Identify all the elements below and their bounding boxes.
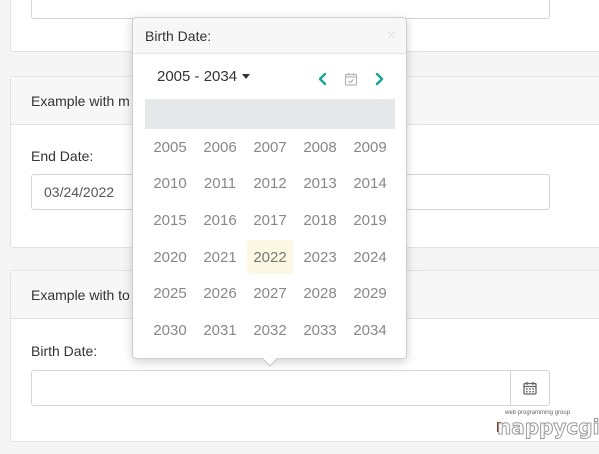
year-cell[interactable]: 2031 [195, 312, 245, 349]
popup-title: Birth Date: [145, 28, 212, 44]
year-cell[interactable]: 2020 [145, 239, 195, 276]
year-cell-current[interactable]: 2022 [247, 239, 293, 275]
logo-brand: nappycgi [496, 415, 599, 440]
previous-button[interactable] [312, 68, 334, 90]
year-range-label: 2005 - 2034 [157, 68, 238, 85]
year-cell[interactable]: 2029 [345, 275, 395, 312]
year-cell[interactable]: 2015 [145, 202, 195, 239]
year-grid: 2005 2006 2007 2008 2009 2010 2011 2012 2013 2014… [145, 129, 395, 349]
calendar-check-icon [344, 73, 358, 86]
weekday-strip [145, 99, 395, 129]
picker-nav: 2005 - 2034 [133, 66, 406, 94]
birth-date-input[interactable] [31, 370, 511, 406]
year-cell[interactable]: 2014 [345, 166, 395, 203]
year-cell[interactable]: 2023 [295, 239, 345, 276]
year-cell[interactable]: 2011 [195, 166, 245, 203]
year-cell[interactable]: 2027 [245, 275, 295, 312]
nappycgi-logo: web programming group nappycgi [496, 410, 599, 446]
year-cell[interactable]: 2021 [195, 239, 245, 276]
year-cell[interactable]: 2019 [345, 202, 395, 239]
chevron-right-icon [375, 72, 384, 86]
popup-arrow-inner [262, 357, 278, 365]
end-date-label: End Date: [31, 148, 94, 164]
popup-header: Birth Date: × [133, 18, 406, 54]
today-button[interactable] [340, 68, 362, 90]
chevron-left-icon [318, 72, 327, 86]
year-cell[interactable]: 2030 [145, 312, 195, 349]
caret-down-icon [242, 74, 251, 79]
calendar-button[interactable] [510, 370, 550, 406]
year-cell[interactable]: 2013 [295, 166, 345, 203]
close-icon[interactable]: × [387, 18, 396, 54]
year-cell[interactable]: 2018 [295, 202, 345, 239]
year-cell[interactable]: 2012 [245, 166, 295, 203]
year-cell[interactable]: 2033 [295, 312, 345, 349]
year-cell[interactable]: 2026 [195, 275, 245, 312]
year-cell[interactable]: 2008 [295, 129, 345, 166]
year-cell[interactable]: 2024 [345, 239, 395, 276]
year-cell[interactable]: 2032 [245, 312, 295, 349]
year-cell[interactable]: 2016 [195, 202, 245, 239]
year-cell[interactable]: 2005 [145, 129, 195, 166]
year-picker-popup: Birth Date: × 2005 - 2034 2005 2006 2007… [132, 17, 407, 367]
year-cell[interactable]: 2028 [295, 275, 345, 312]
year-cell[interactable]: 2034 [345, 312, 395, 349]
year-cell[interactable]: 2017 [245, 202, 295, 239]
year-cell[interactable]: 2009 [345, 129, 395, 166]
year-cell[interactable]: 2010 [145, 166, 195, 203]
year-cell[interactable]: 2025 [145, 275, 195, 312]
year-cell[interactable]: 2007 [245, 129, 295, 166]
year-range-dropdown[interactable]: 2005 - 2034 [157, 68, 251, 85]
calendar-icon [523, 382, 537, 395]
year-cell[interactable]: 2006 [195, 129, 245, 166]
next-button[interactable] [368, 68, 390, 90]
birth-date-label: Birth Date: [31, 343, 98, 359]
